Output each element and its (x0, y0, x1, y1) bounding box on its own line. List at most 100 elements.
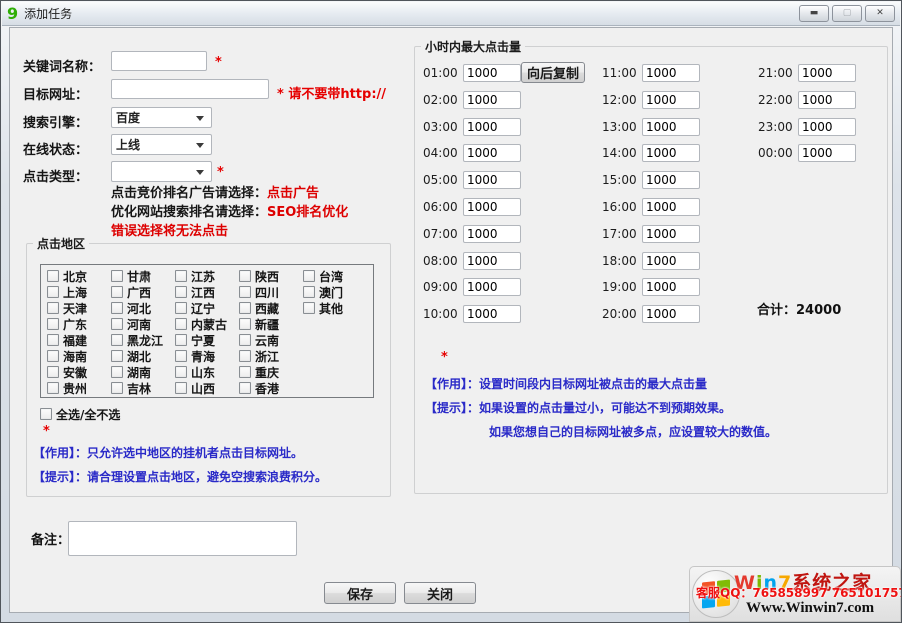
region-checkbox-item[interactable]: 湖北 (111, 348, 175, 364)
region-checkbox-item[interactable]: 辽宁 (175, 300, 239, 316)
save-button[interactable]: 保存 (324, 582, 396, 604)
select-all-checkbox-item[interactable]: 全选/全不选 (40, 406, 120, 422)
checkbox-icon[interactable] (239, 302, 251, 314)
checkbox-icon[interactable] (175, 334, 187, 346)
checkbox-icon[interactable] (239, 318, 251, 330)
hour-max-clicks-input[interactable] (463, 118, 521, 136)
region-checkbox-item[interactable]: 黑龙江 (111, 332, 175, 348)
hour-max-clicks-input[interactable] (642, 278, 700, 296)
checkbox-icon[interactable] (175, 302, 187, 314)
hour-max-clicks-input[interactable] (642, 91, 700, 109)
checkbox-icon[interactable] (47, 286, 59, 298)
region-checkbox-item[interactable]: 贵州 (47, 380, 111, 396)
checkbox-icon[interactable] (175, 318, 187, 330)
checkbox-icon[interactable] (239, 270, 251, 282)
region-checkbox-item[interactable]: 其他 (303, 300, 367, 316)
region-checkbox-item[interactable]: 上海 (47, 284, 111, 300)
region-checkbox-item[interactable]: 湖南 (111, 364, 175, 380)
checkbox-icon[interactable] (175, 270, 187, 282)
checkbox-icon[interactable] (111, 286, 123, 298)
checkbox-icon[interactable] (111, 270, 123, 282)
close-button[interactable]: ✕ (865, 5, 895, 22)
copy-forward-button[interactable]: 向后复制 (521, 62, 585, 83)
hour-max-clicks-input[interactable] (463, 91, 521, 109)
checkbox-icon[interactable] (239, 286, 251, 298)
region-checkbox-item[interactable]: 陕西 (239, 268, 303, 284)
hour-max-clicks-input[interactable] (798, 91, 856, 109)
checkbox-icon[interactable] (47, 318, 59, 330)
hour-max-clicks-input[interactable] (642, 252, 700, 270)
checkbox-icon[interactable] (47, 382, 59, 394)
click-type-select[interactable] (111, 161, 212, 182)
hour-max-clicks-input[interactable] (798, 64, 856, 82)
checkbox-icon[interactable] (239, 366, 251, 378)
region-checkbox-item[interactable]: 四川 (239, 284, 303, 300)
region-checkbox-item[interactable]: 重庆 (239, 364, 303, 380)
checkbox-icon[interactable] (303, 302, 315, 314)
region-checkbox-item[interactable]: 云南 (239, 332, 303, 348)
region-checkbox-item[interactable]: 河北 (111, 300, 175, 316)
region-checkbox-item[interactable]: 浙江 (239, 348, 303, 364)
checkbox-icon[interactable] (47, 334, 59, 346)
region-checkbox-item[interactable]: 吉林 (111, 380, 175, 396)
checkbox-icon[interactable] (175, 350, 187, 362)
region-checkbox-item[interactable]: 江西 (175, 284, 239, 300)
checkbox-icon[interactable] (239, 382, 251, 394)
remark-textarea[interactable] (68, 521, 297, 556)
checkbox-icon[interactable] (303, 286, 315, 298)
region-checkbox-item[interactable]: 宁夏 (175, 332, 239, 348)
checkbox-icon[interactable] (111, 334, 123, 346)
region-checkbox-item[interactable]: 香港 (239, 380, 303, 396)
checkbox-icon[interactable] (40, 408, 52, 420)
region-checkbox-item[interactable]: 台湾 (303, 268, 367, 284)
hour-max-clicks-input[interactable] (642, 305, 700, 323)
region-checkbox-item[interactable]: 河南 (111, 316, 175, 332)
region-checkbox-item[interactable]: 西藏 (239, 300, 303, 316)
checkbox-icon[interactable] (47, 270, 59, 282)
region-checkbox-item[interactable]: 安徽 (47, 364, 111, 380)
checkbox-icon[interactable] (175, 382, 187, 394)
hour-max-clicks-input[interactable] (463, 198, 521, 216)
checkbox-icon[interactable] (239, 334, 251, 346)
checkbox-icon[interactable] (111, 302, 123, 314)
keyword-input[interactable] (111, 51, 207, 71)
online-status-select[interactable]: 上线 (111, 134, 212, 155)
hour-max-clicks-input[interactable] (463, 252, 521, 270)
close-dialog-button[interactable]: 关闭 (404, 582, 476, 604)
region-checkbox-item[interactable]: 天津 (47, 300, 111, 316)
checkbox-icon[interactable] (175, 366, 187, 378)
region-checkbox-item[interactable]: 新疆 (239, 316, 303, 332)
hour-max-clicks-input[interactable] (642, 144, 700, 162)
checkbox-icon[interactable] (111, 382, 123, 394)
region-checkbox-item[interactable]: 甘肃 (111, 268, 175, 284)
checkbox-icon[interactable] (303, 270, 315, 282)
region-checkbox-item[interactable]: 北京 (47, 268, 111, 284)
hour-max-clicks-input[interactable] (798, 144, 856, 162)
region-checkbox-item[interactable]: 海南 (47, 348, 111, 364)
region-checkbox-item[interactable]: 广西 (111, 284, 175, 300)
target-url-input[interactable] (111, 79, 269, 99)
checkbox-icon[interactable] (175, 286, 187, 298)
hour-max-clicks-input[interactable] (642, 225, 700, 243)
hour-max-clicks-input[interactable] (642, 118, 700, 136)
region-checkbox-item[interactable]: 内蒙古 (175, 316, 239, 332)
hour-max-clicks-input[interactable] (463, 305, 521, 323)
checkbox-icon[interactable] (111, 318, 123, 330)
checkbox-icon[interactable] (47, 302, 59, 314)
hour-max-clicks-input[interactable] (463, 225, 521, 243)
search-engine-select[interactable]: 百度 (111, 107, 212, 128)
region-checkbox-item[interactable]: 山东 (175, 364, 239, 380)
hour-max-clicks-input[interactable] (463, 64, 521, 82)
region-checkbox-item[interactable]: 福建 (47, 332, 111, 348)
titlebar[interactable]: 9 添加任务 ▬ ▢ ✕ (2, 2, 900, 26)
hour-max-clicks-input[interactable] (463, 171, 521, 189)
checkbox-icon[interactable] (47, 366, 59, 378)
hour-max-clicks-input[interactable] (463, 144, 521, 162)
region-checkbox-item[interactable]: 青海 (175, 348, 239, 364)
hour-max-clicks-input[interactable] (642, 171, 700, 189)
hour-max-clicks-input[interactable] (642, 64, 700, 82)
hour-max-clicks-input[interactable] (798, 118, 856, 136)
region-checkbox-item[interactable]: 澳门 (303, 284, 367, 300)
checkbox-icon[interactable] (111, 366, 123, 378)
checkbox-icon[interactable] (239, 350, 251, 362)
